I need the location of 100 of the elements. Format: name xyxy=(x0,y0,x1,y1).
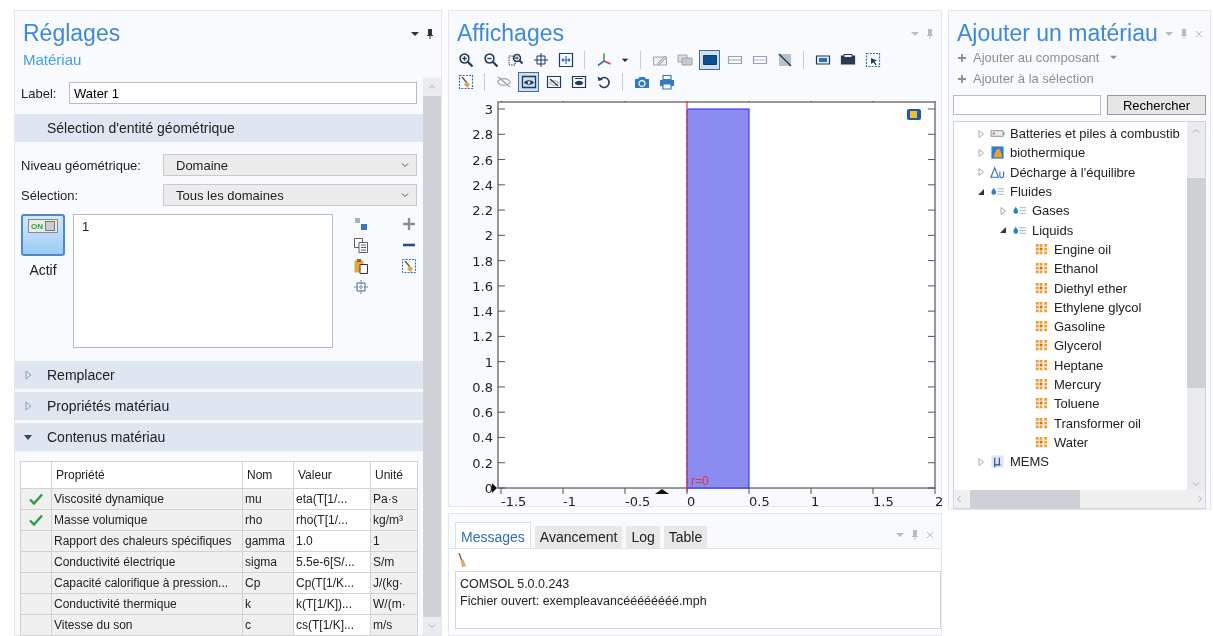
close-icon[interactable] xyxy=(1194,29,1204,39)
section-header[interactable]: Remplacer xyxy=(15,361,423,389)
tab[interactable]: Table xyxy=(663,526,708,548)
table-cell: rho xyxy=(242,509,294,531)
solid-render-icon[interactable] xyxy=(699,50,720,70)
expanded-arrow-icon[interactable] xyxy=(23,432,33,442)
collapsed-arrow-icon[interactable] xyxy=(976,167,986,178)
chevron-icon[interactable] xyxy=(400,160,410,170)
axis-tick-label: 3 xyxy=(484,102,493,117)
plus-icon xyxy=(957,73,967,84)
chevron-icon[interactable] xyxy=(400,190,410,200)
table-cell: kg/m³ xyxy=(370,509,418,531)
table-cell: Vitesse du son xyxy=(51,614,243,636)
collapsed-arrow-icon[interactable] xyxy=(23,370,33,380)
label-field[interactable]: Water 1 xyxy=(69,82,417,104)
column-header[interactable]: Unité xyxy=(370,461,418,489)
copy-icon[interactable] xyxy=(353,237,369,253)
tree-item[interactable]: Engine oil xyxy=(1054,241,1112,257)
column-header[interactable]: Propriété xyxy=(51,461,243,489)
tree-item[interactable]: Glycerol xyxy=(1054,338,1102,354)
selection-list[interactable]: 1 xyxy=(73,214,333,348)
section-header[interactable]: Propriétés matériau xyxy=(15,392,423,420)
axis-tick-label: 0.2 xyxy=(472,455,493,471)
tree-item[interactable]: Ethylene glycol xyxy=(1054,299,1142,315)
collapsed-arrow-icon[interactable] xyxy=(976,456,986,467)
tree-item[interactable]: Décharge à l'équilibre xyxy=(1010,164,1136,180)
tree-item[interactable]: MEMS xyxy=(1010,454,1049,470)
close-icon[interactable] xyxy=(925,530,935,540)
material-grid-icon xyxy=(1034,241,1049,257)
collapsed-arrow-icon[interactable] xyxy=(976,128,986,139)
panel-subtitle: Matériau xyxy=(23,51,83,68)
mu-icon xyxy=(990,454,1005,470)
tree-item[interactable]: Water xyxy=(1054,434,1089,450)
log-line: COMSOL 5.0.0.243 xyxy=(460,576,571,593)
active-label: Actif xyxy=(29,262,57,278)
section-header[interactable]: Contenus matériau xyxy=(15,423,423,451)
tree-item[interactable]: Liquids xyxy=(1032,222,1074,238)
table-cell: k xyxy=(242,593,294,615)
axis-tick-label: 2.6 xyxy=(472,152,493,168)
section-header[interactable]: Sélection d'entité géométrique xyxy=(15,114,423,142)
selection-item[interactable]: 1 xyxy=(82,219,324,234)
tab[interactable]: Avancement xyxy=(534,526,623,548)
heat-map-icon xyxy=(990,145,1005,161)
selection-dropdown[interactable]: Tous les domaines xyxy=(163,184,417,206)
marker-icon xyxy=(492,483,497,493)
nodes-icon[interactable] xyxy=(353,216,369,232)
collapsed-arrow-icon[interactable] xyxy=(23,401,33,411)
axis-tick-label: 2.2 xyxy=(472,203,493,219)
view-icon[interactable] xyxy=(907,109,921,120)
tab[interactable]: Messages xyxy=(455,522,531,548)
column-header[interactable]: Nom xyxy=(242,461,294,489)
column-header[interactable]: Valeur xyxy=(293,461,371,489)
section-title: Remplacer xyxy=(47,367,115,383)
axis-tick-label: 2.4 xyxy=(472,177,493,193)
table-cell: Pa·s xyxy=(370,488,418,510)
pin-icon[interactable] xyxy=(425,29,435,39)
level-dropdown[interactable]: Domaine xyxy=(163,154,417,176)
dropdown-icon[interactable] xyxy=(410,29,420,39)
axis-tick-label: 1.6 xyxy=(472,278,493,294)
tree-item[interactable]: Transformer oil xyxy=(1054,415,1141,431)
table-cell: m/s xyxy=(370,614,418,636)
table-cell: Conductivité thermique xyxy=(51,593,243,615)
axis-tick-label: 1.2 xyxy=(472,329,493,345)
search-button[interactable]: Rechercher xyxy=(1107,95,1206,115)
table-cell: S/m xyxy=(370,551,418,573)
broom-box-icon[interactable] xyxy=(401,258,417,274)
eye-icon[interactable] xyxy=(518,72,539,92)
tree-item[interactable]: biothermique xyxy=(1010,145,1086,161)
table-cell: sigma xyxy=(242,551,294,573)
axis-tick-label: 2 xyxy=(935,494,943,509)
crosshair-icon[interactable] xyxy=(353,279,369,295)
tree-item[interactable]: Toluene xyxy=(1054,396,1100,412)
level-caption: Niveau géométrique: xyxy=(21,157,142,173)
tree-item[interactable]: Batteries et piles à combustib xyxy=(1010,126,1180,142)
domain-drawing[interactable] xyxy=(686,108,750,489)
tree-item[interactable]: Heptane xyxy=(1054,357,1104,373)
axis-tick-label: 2.8 xyxy=(472,127,493,143)
expanded-arrow-icon[interactable] xyxy=(998,225,1008,236)
axis-tick-label: 0 xyxy=(484,481,493,496)
table-cell: W/(m· xyxy=(370,593,418,615)
tab[interactable]: Log xyxy=(626,526,660,548)
table-cell: Capacité calorifique à pression... xyxy=(51,572,243,594)
axis-tick-label: 1 xyxy=(484,354,493,370)
table-cell: Masse volumique xyxy=(51,509,243,531)
tree-item[interactable]: Gases xyxy=(1032,203,1070,219)
axis-tick-label: -1.5 xyxy=(501,494,527,509)
table-cell: 1 xyxy=(370,530,418,552)
search-field[interactable] xyxy=(953,95,1101,115)
axis-marker-label: r=0 xyxy=(691,474,709,488)
tree-item[interactable]: Diethyl ether xyxy=(1054,280,1127,296)
plus-icon[interactable] xyxy=(401,216,417,232)
collapsed-arrow-icon[interactable] xyxy=(976,147,986,158)
tree-item[interactable]: Fluides xyxy=(1010,184,1052,200)
axis-tick-label: 1.8 xyxy=(472,253,493,269)
table-cell: Cp xyxy=(242,572,294,594)
paste-icon[interactable] xyxy=(353,258,369,274)
tree-item[interactable]: Mercury xyxy=(1054,377,1101,392)
tree-item[interactable]: Gasoline xyxy=(1054,319,1106,335)
collapsed-arrow-icon[interactable] xyxy=(998,205,1008,216)
tree-item[interactable]: Ethanol xyxy=(1054,261,1099,277)
